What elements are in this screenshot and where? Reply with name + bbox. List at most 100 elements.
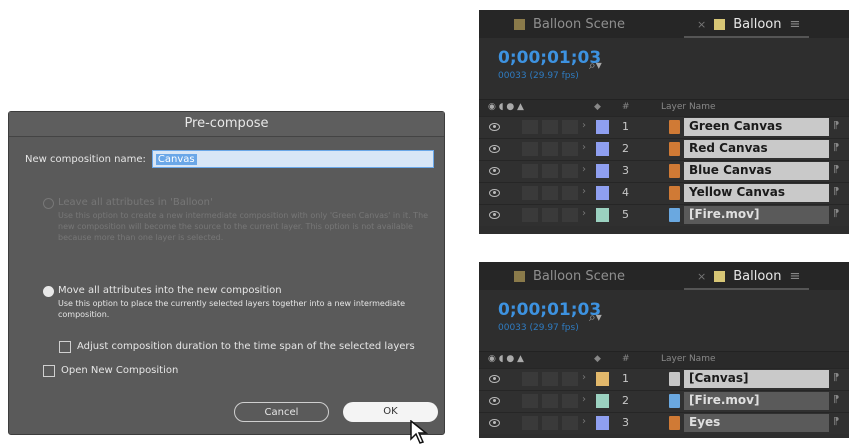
eye-icon[interactable] xyxy=(489,123,500,131)
expand-arrow-icon[interactable]: › xyxy=(582,372,586,383)
label-color-swatch[interactable] xyxy=(596,186,609,200)
switch-icon[interactable]: ⁋ xyxy=(833,208,839,219)
label-color-swatch[interactable] xyxy=(596,142,609,156)
composition-name-input[interactable]: Canvas xyxy=(151,150,434,168)
cancel-button[interactable]: Cancel xyxy=(234,402,329,422)
solo-toggle[interactable] xyxy=(542,186,558,200)
eye-icon[interactable] xyxy=(489,211,500,219)
leave-attributes-title: Leave all attributes in 'Balloon' xyxy=(58,197,213,208)
close-tab-icon[interactable]: × xyxy=(697,18,706,31)
audio-toggle[interactable] xyxy=(522,142,538,156)
layer-column-header: ◉ ◖ ● ▲ ◆ # Layer Name xyxy=(479,99,849,116)
current-time-display[interactable]: 0;00;01;03 xyxy=(498,48,601,68)
close-tab-icon[interactable]: × xyxy=(697,270,706,283)
solo-toggle[interactable] xyxy=(542,120,558,134)
current-time-display[interactable]: 0;00;01;03 xyxy=(498,300,601,320)
solo-toggle[interactable] xyxy=(542,142,558,156)
audio-toggle[interactable] xyxy=(522,164,538,178)
layer-name: Blue Canvas xyxy=(689,163,772,177)
solo-toggle[interactable] xyxy=(542,208,558,222)
ok-button[interactable]: OK xyxy=(343,402,438,422)
expand-arrow-icon[interactable]: › xyxy=(582,208,586,219)
adjust-duration-checkbox[interactable] xyxy=(59,341,71,353)
eye-icon[interactable] xyxy=(489,397,500,405)
layer-number: 1 xyxy=(622,120,629,133)
switch-icon[interactable]: ⁋ xyxy=(833,142,839,153)
search-icon[interactable]: ⌕▾ xyxy=(589,310,602,325)
move-attributes-radio[interactable] xyxy=(43,286,54,297)
layer-row[interactable]: › 5 [Fire.mov] ⁋ xyxy=(479,204,849,226)
audio-toggle[interactable] xyxy=(522,416,538,430)
switch-icon[interactable]: ⁋ xyxy=(833,416,839,427)
layer-row[interactable]: › 2 [Fire.mov] ⁋ xyxy=(479,390,849,412)
name-label: New composition name: xyxy=(25,153,146,165)
tab-balloon[interactable]: × Balloon ≡ xyxy=(697,17,800,32)
audio-toggle[interactable] xyxy=(522,208,538,222)
lock-toggle[interactable] xyxy=(562,372,578,386)
mouse-pointer-icon xyxy=(410,420,429,444)
layer-type-icon xyxy=(669,372,680,386)
eye-icon[interactable] xyxy=(489,375,500,383)
solo-toggle[interactable] xyxy=(542,416,558,430)
eye-icon[interactable] xyxy=(489,167,500,175)
eye-icon[interactable] xyxy=(489,145,500,153)
expand-arrow-icon[interactable]: › xyxy=(582,394,586,405)
label-color-swatch[interactable] xyxy=(596,164,609,178)
switch-icon[interactable]: ⁋ xyxy=(833,120,839,131)
lock-toggle[interactable] xyxy=(562,164,578,178)
switch-icon[interactable]: ⁋ xyxy=(833,372,839,383)
tab-balloon-scene[interactable]: Balloon Scene xyxy=(514,269,625,284)
expand-arrow-icon[interactable]: › xyxy=(582,120,586,131)
switch-icon[interactable]: ⁋ xyxy=(833,164,839,175)
expand-arrow-icon[interactable]: › xyxy=(582,142,586,153)
label-color-swatch[interactable] xyxy=(596,416,609,430)
lock-toggle[interactable] xyxy=(562,416,578,430)
layer-row[interactable]: › 1 [Canvas] ⁋ xyxy=(479,368,849,390)
expand-arrow-icon[interactable]: › xyxy=(582,164,586,175)
audio-toggle[interactable] xyxy=(522,394,538,408)
label-color-swatch[interactable] xyxy=(596,394,609,408)
audio-toggle[interactable] xyxy=(522,120,538,134)
tab-balloon-scene[interactable]: Balloon Scene xyxy=(514,17,625,32)
label-color-swatch[interactable] xyxy=(596,372,609,386)
lock-toggle[interactable] xyxy=(562,394,578,408)
move-attributes-title: Move all attributes into the new composi… xyxy=(58,285,282,296)
open-new-composition-checkbox[interactable] xyxy=(43,365,55,377)
solo-toggle[interactable] xyxy=(542,164,558,178)
switch-icon[interactable]: ⁋ xyxy=(833,394,839,405)
audio-toggle[interactable] xyxy=(522,372,538,386)
lock-toggle[interactable] xyxy=(562,208,578,222)
panel-menu-icon[interactable]: ≡ xyxy=(789,17,800,32)
move-attributes-desc: Use this option to place the currently s… xyxy=(58,299,406,319)
layer-row[interactable]: › 2 Red Canvas ⁋ xyxy=(479,138,849,160)
move-attributes-option[interactable]: Move all attributes into the new composi… xyxy=(43,285,438,325)
solo-toggle[interactable] xyxy=(542,394,558,408)
tab-label: Balloon xyxy=(733,17,782,32)
switch-icon[interactable]: ⁋ xyxy=(833,186,839,197)
layer-row[interactable]: › 3 Eyes ⁋ xyxy=(479,412,849,434)
layer-type-icon xyxy=(669,164,680,178)
layer-row[interactable]: › 3 Blue Canvas ⁋ xyxy=(479,160,849,182)
label-color-swatch[interactable] xyxy=(596,208,609,222)
expand-arrow-icon[interactable]: › xyxy=(582,186,586,197)
lock-toggle[interactable] xyxy=(562,120,578,134)
panel-tab-bar: Balloon Scene × Balloon ≡ xyxy=(479,10,849,38)
tab-balloon[interactable]: × Balloon ≡ xyxy=(697,269,800,284)
eye-icon[interactable] xyxy=(489,419,500,427)
layer-type-icon xyxy=(669,120,680,134)
layer-row[interactable]: › 4 Yellow Canvas ⁋ xyxy=(479,182,849,204)
audio-toggle[interactable] xyxy=(522,186,538,200)
layer-type-icon xyxy=(669,394,680,408)
solo-toggle[interactable] xyxy=(542,372,558,386)
panel-menu-icon[interactable]: ≡ xyxy=(789,269,800,284)
adjust-duration-label: Adjust composition duration to the time … xyxy=(77,341,415,352)
lock-toggle[interactable] xyxy=(562,142,578,156)
label-color-swatch[interactable] xyxy=(596,120,609,134)
lock-toggle[interactable] xyxy=(562,186,578,200)
label-header-icon: ◆ xyxy=(594,102,601,112)
expand-arrow-icon[interactable]: › xyxy=(582,416,586,427)
eye-icon[interactable] xyxy=(489,189,500,197)
timeline-panel-after: Balloon Scene × Balloon ≡ 0;00;01;03 000… xyxy=(479,262,849,438)
search-icon[interactable]: ⌕▾ xyxy=(589,58,602,73)
layer-row[interactable]: › 1 Green Canvas ⁋ xyxy=(479,116,849,138)
